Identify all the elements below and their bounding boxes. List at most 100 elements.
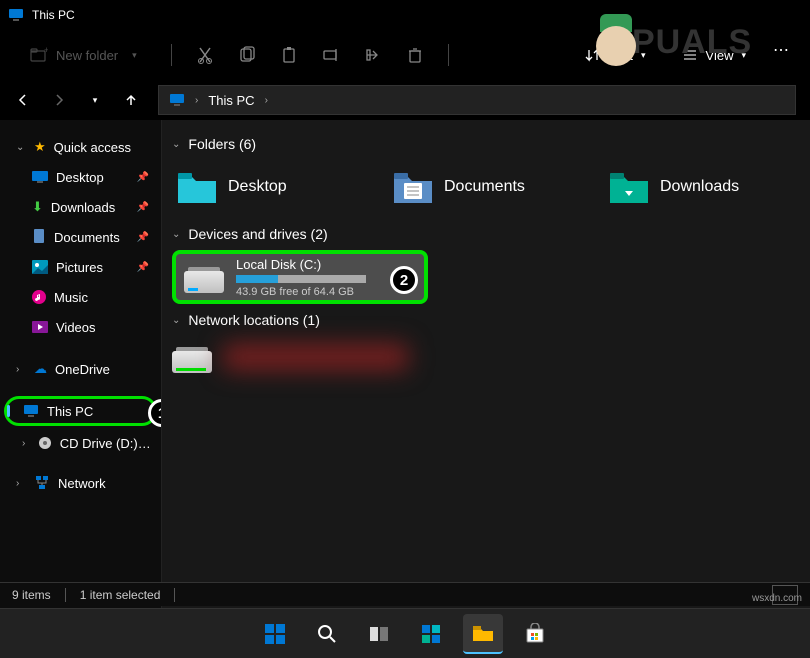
network-location-item[interactable] — [162, 332, 418, 382]
chevron-down-icon: ⌄ — [172, 229, 180, 240]
widgets-button[interactable] — [411, 614, 451, 654]
sidebar-label: OneDrive — [55, 362, 110, 377]
sidebar-item-label: Music — [54, 290, 88, 305]
separator — [65, 588, 66, 602]
status-item-count: 9 items — [12, 588, 51, 602]
pin-icon: 📌 — [137, 232, 149, 243]
folder-icon — [608, 167, 648, 207]
sidebar-item-label: Videos — [56, 320, 96, 335]
explorer-button[interactable] — [463, 614, 503, 654]
sidebar-item-pictures[interactable]: Pictures 📌 — [0, 252, 161, 282]
redacted-label — [223, 344, 408, 370]
chevron-down-icon: ⌄ — [16, 142, 26, 153]
navbar: ▾ › This PC › — [0, 80, 810, 120]
status-bar: 9 items 1 item selected — [0, 582, 810, 606]
share-icon[interactable] — [364, 46, 382, 64]
folder-label: Documents — [444, 178, 525, 196]
pc-icon — [23, 404, 39, 418]
back-button[interactable] — [14, 91, 32, 109]
status-selected: 1 item selected — [80, 588, 161, 602]
svg-text:+: + — [44, 47, 48, 55]
network-icon — [34, 476, 50, 490]
brand-text: PUALS — [632, 23, 752, 62]
store-button[interactable] — [515, 614, 555, 654]
cloud-icon: ☁ — [34, 361, 47, 377]
section-label: Devices and drives (2) — [188, 226, 327, 242]
chevron-right-icon: › — [16, 364, 26, 375]
copy-icon[interactable] — [238, 46, 256, 64]
delete-icon[interactable] — [406, 46, 424, 64]
taskview-button[interactable] — [359, 614, 399, 654]
sidebar-label: Network — [58, 476, 106, 491]
chevron-right-icon: › — [22, 438, 30, 449]
address-bar[interactable]: › This PC › — [158, 85, 796, 115]
sidebar-item-label: Documents — [54, 230, 120, 245]
sidebar-quick-access[interactable]: ⌄ ★ Quick access — [0, 132, 161, 162]
sidebar-onedrive[interactable]: › ☁ OneDrive — [0, 354, 161, 384]
folder-label: Downloads — [660, 178, 739, 196]
pictures-icon — [32, 260, 48, 274]
breadcrumb[interactable]: This PC — [208, 93, 254, 108]
folder-downloads[interactable]: Downloads — [604, 162, 800, 212]
sidebar: ⌄ ★ Quick access Desktop 📌 ⬇ Downloads 📌… — [0, 120, 162, 608]
brand-logo: PUALS — [588, 12, 788, 72]
folder-icon — [176, 167, 216, 207]
sidebar-label: Quick access — [54, 140, 131, 155]
chevron-down-icon: ⌄ — [172, 315, 180, 326]
new-folder-button[interactable]: + New folder ▾ — [20, 40, 147, 70]
drive-local-disk-c[interactable]: Local Disk (C:) 43.9 GB free of 64.4 GB … — [172, 250, 428, 304]
folder-documents[interactable]: Documents — [388, 162, 584, 212]
sidebar-label: CD Drive (D:) Virtual — [60, 436, 151, 451]
network-drive-icon — [172, 341, 211, 373]
start-button[interactable] — [255, 614, 295, 654]
separator — [174, 588, 175, 602]
sidebar-item-desktop[interactable]: Desktop 📌 — [0, 162, 161, 192]
sidebar-item-downloads[interactable]: ⬇ Downloads 📌 — [0, 192, 161, 222]
sidebar-item-music[interactable]: Music — [0, 282, 161, 312]
recent-button[interactable]: ▾ — [86, 91, 104, 109]
separator — [171, 44, 172, 66]
desktop-icon — [32, 171, 48, 183]
chevron-right-icon: › — [16, 478, 26, 489]
chevron-down-icon: ⌄ — [172, 139, 180, 150]
folder-label: Desktop — [228, 178, 287, 196]
up-button[interactable] — [122, 91, 140, 109]
annotation-badge-1: 1 — [148, 399, 162, 427]
annotation-badge-2: 2 — [390, 266, 418, 294]
section-label: Network locations (1) — [188, 312, 320, 328]
drive-free-text: 43.9 GB free of 64.4 GB — [236, 286, 416, 298]
paste-icon[interactable] — [280, 46, 298, 64]
disc-icon — [38, 436, 52, 450]
sidebar-cd-drive[interactable]: › CD Drive (D:) Virtual — [0, 428, 161, 458]
chevron-right-icon: › — [265, 95, 268, 106]
content-area: ⌄ Folders (6) Desktop Documents Download… — [162, 120, 810, 608]
forward-button[interactable] — [50, 91, 68, 109]
pin-icon: 📌 — [137, 262, 149, 273]
section-network-header[interactable]: ⌄ Network locations (1) — [162, 308, 810, 332]
sidebar-this-pc[interactable]: This PC 1 — [4, 396, 157, 426]
chevron-right-icon: › — [195, 95, 198, 106]
sidebar-item-documents[interactable]: Documents 📌 — [0, 222, 161, 252]
cut-icon[interactable] — [196, 46, 214, 64]
sidebar-item-label: Downloads — [51, 200, 115, 215]
pin-icon: 📌 — [137, 172, 149, 183]
sidebar-item-label: Pictures — [56, 260, 103, 275]
section-devices-header[interactable]: ⌄ Devices and drives (2) — [162, 222, 810, 246]
new-folder-icon: + — [30, 46, 48, 64]
search-button[interactable] — [307, 614, 347, 654]
new-folder-label: New folder — [56, 48, 118, 63]
section-folders-header[interactable]: ⌄ Folders (6) — [162, 132, 810, 156]
drive-name: Local Disk (C:) — [236, 257, 416, 272]
folder-desktop[interactable]: Desktop — [172, 162, 368, 212]
pc-icon — [169, 93, 185, 107]
window-title: This PC — [32, 8, 75, 22]
taskbar — [0, 608, 810, 658]
sidebar-network[interactable]: › Network — [0, 468, 161, 498]
document-icon — [32, 229, 46, 245]
music-icon — [32, 290, 46, 304]
sidebar-label: This PC — [47, 404, 93, 419]
rename-icon[interactable] — [322, 46, 340, 64]
sidebar-item-videos[interactable]: Videos — [0, 312, 161, 342]
sidebar-item-label: Desktop — [56, 170, 104, 185]
star-icon: ★ — [34, 139, 46, 155]
